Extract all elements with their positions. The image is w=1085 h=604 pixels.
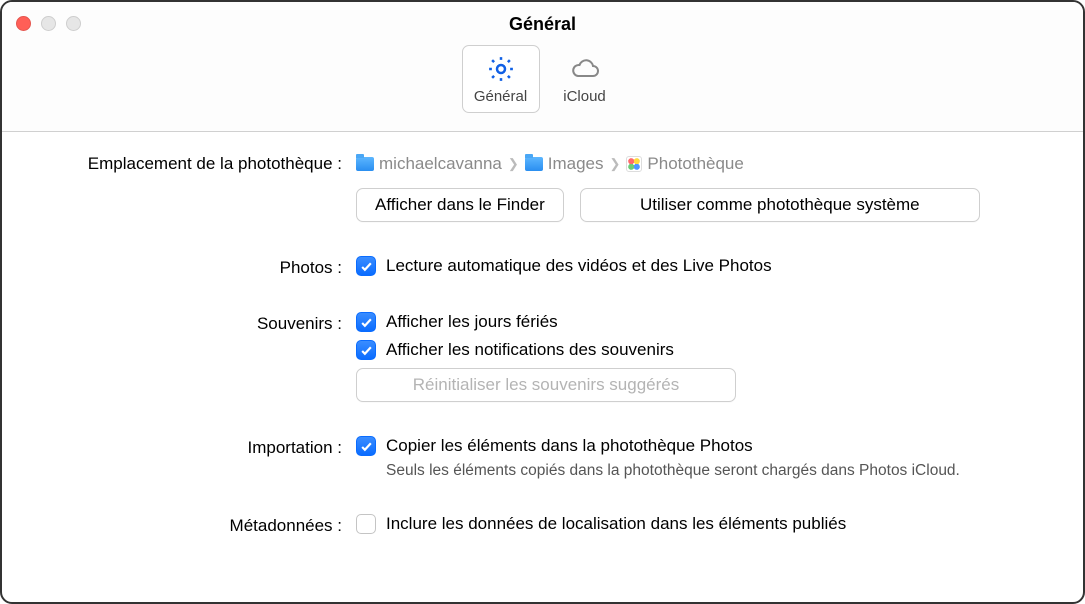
use-as-system-library-button[interactable]: Utiliser comme photothèque système <box>580 188 980 222</box>
folder-icon <box>525 157 543 171</box>
include-location-checkbox[interactable] <box>356 514 376 534</box>
crumb-images-label: Images <box>548 154 604 174</box>
tab-general-label: Général <box>474 88 527 105</box>
zoom-button[interactable] <box>66 16 81 31</box>
copy-items-hint: Seuls les éléments copiés dans la photot… <box>356 462 1059 480</box>
crumb-user[interactable]: michaelcavanna <box>356 154 502 174</box>
tab-toolbar: Général iCloud <box>2 45 1083 113</box>
crumb-library-label: Photothèque <box>647 154 743 174</box>
include-location-label: Inclure les données de localisation dans… <box>386 514 846 534</box>
label-metadata: Métadonnées : <box>26 514 356 536</box>
window-title: Général <box>2 2 1083 35</box>
copy-items-label: Copier les éléments dans la photothèque … <box>386 436 753 456</box>
label-library-location: Emplacement de la photothèque : <box>26 152 356 174</box>
tab-general[interactable]: Général <box>462 45 540 113</box>
row-photos: Photos : Lecture automatique des vidéos … <box>26 256 1059 278</box>
crumb-user-label: michaelcavanna <box>379 154 502 174</box>
row-import: Importation : Copier les éléments dans l… <box>26 436 1059 480</box>
crumb-library[interactable]: Photothèque <box>626 154 743 174</box>
tab-icloud[interactable]: iCloud <box>546 45 624 113</box>
row-memories: Souvenirs : Afficher les jours fériés Af… <box>26 312 1059 402</box>
autoplay-label: Lecture automatique des vidéos et des Li… <box>386 256 772 276</box>
gear-icon <box>486 54 516 84</box>
row-metadata: Métadonnées : Inclure les données de loc… <box>26 514 1059 536</box>
tab-icloud-label: iCloud <box>563 88 606 105</box>
show-memory-notifications-checkbox[interactable] <box>356 340 376 360</box>
reset-suggested-memories-button[interactable]: Réinitialiser les souvenirs suggérés <box>356 368 736 402</box>
label-photos: Photos : <box>26 256 356 278</box>
cloud-icon <box>568 54 602 84</box>
show-holidays-label: Afficher les jours fériés <box>386 312 558 332</box>
label-import: Importation : <box>26 436 356 458</box>
show-in-finder-button[interactable]: Afficher dans le Finder <box>356 188 564 222</box>
close-button[interactable] <box>16 16 31 31</box>
chevron-right-icon: ❯ <box>610 156 621 172</box>
traffic-lights <box>16 16 81 31</box>
library-path-breadcrumb: michaelcavanna ❯ Images ❯ Photothèque <box>356 154 1059 174</box>
preferences-window: Général Général iCloud <box>0 0 1085 604</box>
autoplay-checkbox[interactable] <box>356 256 376 276</box>
row-library-location: Emplacement de la photothèque : michaelc… <box>26 152 1059 222</box>
show-memory-notifications-label: Afficher les notifications des souvenirs <box>386 340 674 360</box>
crumb-images[interactable]: Images <box>525 154 604 174</box>
show-holidays-checkbox[interactable] <box>356 312 376 332</box>
chevron-right-icon: ❯ <box>508 156 519 172</box>
photos-library-icon <box>626 156 642 172</box>
minimize-button[interactable] <box>41 16 56 31</box>
titlebar: Général Général iCloud <box>2 2 1083 132</box>
copy-items-checkbox[interactable] <box>356 436 376 456</box>
folder-icon <box>356 157 374 171</box>
content-area: Emplacement de la photothèque : michaelc… <box>2 132 1083 602</box>
label-memories: Souvenirs : <box>26 312 356 334</box>
